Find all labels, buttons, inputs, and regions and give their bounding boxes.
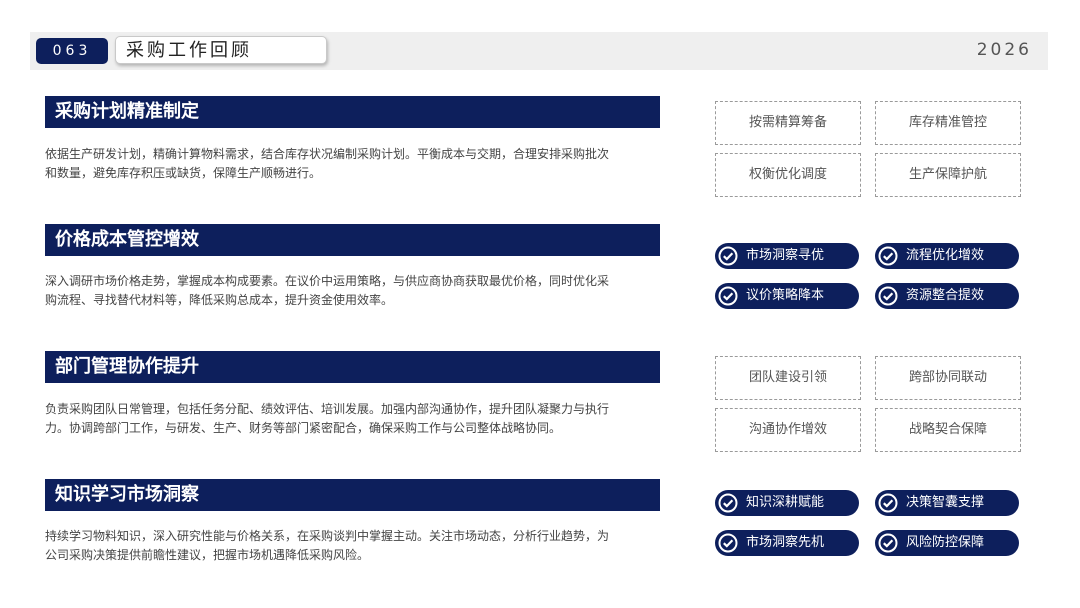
tag-pill: 风险防控保障 bbox=[875, 530, 1019, 556]
tag-pill-label: 议价策略降本 bbox=[746, 288, 825, 303]
check-circle-icon bbox=[878, 533, 898, 553]
tag-pill: 市场洞察先机 bbox=[715, 530, 859, 556]
tag-pill-label: 知识深耕赋能 bbox=[746, 495, 825, 510]
section-body-management: 负责采购团队日常管理，包括任务分配、绩效评估、培训发展。加强内部沟通协作，提升团… bbox=[45, 402, 610, 435]
tag-pill-label: 资源整合提效 bbox=[906, 288, 985, 303]
tag-pill: 市场洞察寻优 bbox=[715, 243, 859, 269]
tag-box: 战略契合保障 bbox=[875, 408, 1021, 452]
check-circle-icon bbox=[718, 246, 738, 266]
section-heading-cost: 价格成本管控增效 bbox=[45, 224, 660, 256]
tag-pill: 知识深耕赋能 bbox=[715, 490, 859, 516]
check-circle-icon bbox=[718, 493, 738, 513]
tag-pill-label: 流程优化增效 bbox=[906, 248, 985, 263]
tag-box: 团队建设引领 bbox=[715, 356, 861, 400]
page-title: 采购工作回顾 bbox=[115, 36, 327, 64]
tag-pill-label: 决策智囊支撑 bbox=[906, 495, 985, 510]
tag-pill-label: 市场洞察先机 bbox=[746, 535, 825, 550]
tag-box: 权衡优化调度 bbox=[715, 153, 861, 197]
section-heading-plan: 采购计划精准制定 bbox=[45, 96, 660, 128]
section-heading-management: 部门管理协作提升 bbox=[45, 351, 660, 383]
tag-box: 沟通协作增效 bbox=[715, 408, 861, 452]
section-body-learning: 持续学习物料知识，深入研究性能与价格关系，在采购谈判中掌握主动。关注市场动态，分… bbox=[45, 529, 610, 562]
check-circle-icon bbox=[878, 286, 898, 306]
section-body-cost: 深入调研市场价格走势，掌握成本构成要素。在议价中运用策略，与供应商协商获取最优价… bbox=[45, 274, 610, 307]
tag-pill: 资源整合提效 bbox=[875, 283, 1019, 309]
tag-box: 跨部协同联动 bbox=[875, 356, 1021, 400]
check-circle-icon bbox=[878, 493, 898, 513]
tag-box: 按需精算筹备 bbox=[715, 101, 861, 145]
tag-pill: 流程优化增效 bbox=[875, 243, 1019, 269]
section-body-plan: 依据生产研发计划，精确计算物料需求，结合库存状况编制采购计划。平衡成本与交期，合… bbox=[45, 147, 610, 180]
check-circle-icon bbox=[878, 246, 898, 266]
page-number-badge: 063 bbox=[36, 38, 108, 64]
year-label: 2026 bbox=[976, 40, 1032, 60]
tag-pill-label: 市场洞察寻优 bbox=[746, 248, 825, 263]
check-circle-icon bbox=[718, 286, 738, 306]
tag-pill: 决策智囊支撑 bbox=[875, 490, 1019, 516]
tag-box: 库存精准管控 bbox=[875, 101, 1021, 145]
check-circle-icon bbox=[718, 533, 738, 553]
tag-pill-label: 风险防控保障 bbox=[906, 535, 985, 550]
tag-pill: 议价策略降本 bbox=[715, 283, 859, 309]
tag-box: 生产保障护航 bbox=[875, 153, 1021, 197]
section-heading-learning: 知识学习市场洞察 bbox=[45, 479, 660, 511]
